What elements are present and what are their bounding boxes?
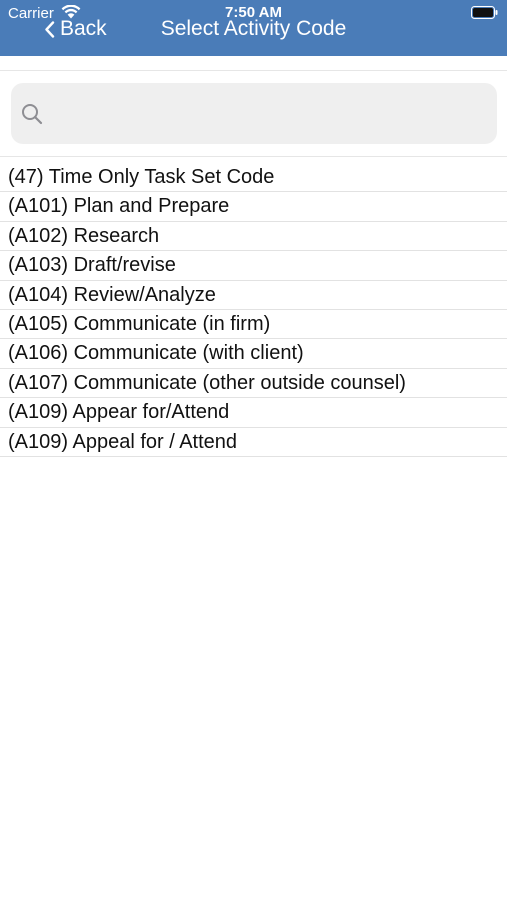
list-item-activity-code[interactable]: (A107) Communicate (other outside counse… [0,369,507,399]
list-item-activity-code[interactable]: (47) Time Only Task Set Code [0,163,507,193]
list-item-activity-code[interactable]: (A105) Communicate (in firm) [0,310,507,340]
search-icon [22,104,43,125]
list-item-activity-code[interactable]: (A106) Communicate (with client) [0,339,507,369]
search-input[interactable] [51,83,487,144]
activity-code-list: (47) Time Only Task Set Code (A101) Plan… [0,163,507,457]
divider [0,156,507,157]
list-item-activity-code[interactable]: (A109) Appeal for / Attend [0,428,507,457]
page-title: Select Activity Code [160,17,347,40]
navigation-bar: Carrier 7:50 AM Back Select Activity Cod… [0,0,507,56]
list-item-activity-code[interactable]: (A109) Appear for/Attend [0,398,507,428]
search-bar[interactable] [11,83,497,144]
list-item-activity-code[interactable]: (A104) Review/Analyze [0,281,507,310]
divider [0,70,507,71]
list-item-activity-code[interactable]: (A103) Draft/revise [0,251,507,281]
list-item-activity-code[interactable]: (A101) Plan and Prepare [0,192,507,222]
select-activity-code-screen: Carrier 7:50 AM Back Select Activity Cod… [0,0,507,900]
list-item-activity-code[interactable]: (A102) Research [0,222,507,252]
